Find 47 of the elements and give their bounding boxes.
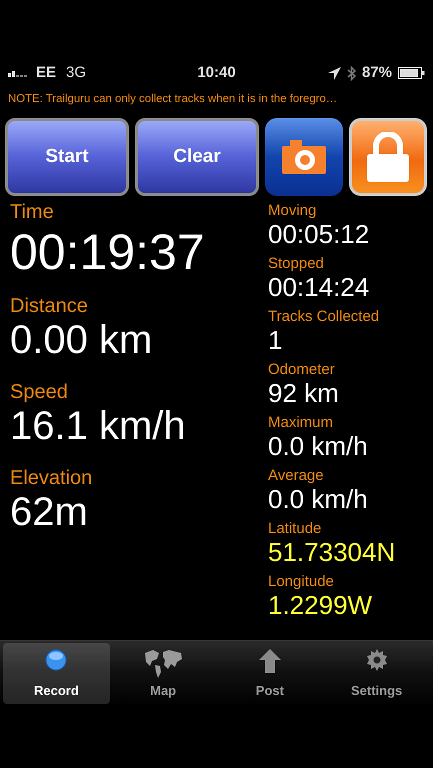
stat-value: 00:19:37 <box>10 224 206 280</box>
signal-icon <box>8 69 30 77</box>
stat-label: Distance <box>10 294 89 318</box>
notice-text: NOTE: Trailguru can only collect tracks when it is in the foregro… <box>7 92 338 107</box>
stat-value: 1 <box>268 325 284 355</box>
world-map-icon <box>143 649 184 679</box>
camera-button[interactable] <box>265 118 343 196</box>
stat-value: 0.00 km <box>10 318 154 362</box>
settings-icon <box>366 649 388 671</box>
stat-label: Moving <box>268 202 318 219</box>
stat-label: Elevation <box>10 466 94 490</box>
lock-button[interactable] <box>349 118 427 196</box>
action-button[interactable]: Start <box>5 118 129 196</box>
stat-value: 16.1 km/h <box>10 404 187 448</box>
lock-icon <box>367 132 409 182</box>
stat-value: 51.73304N <box>268 537 396 567</box>
stat-label: Latitude <box>268 520 322 537</box>
stat-value: 0.0 km/h <box>268 431 369 461</box>
clock-time: 10:40 <box>197 62 236 83</box>
stat-label: Time <box>10 200 55 224</box>
bluetooth-icon <box>346 66 356 80</box>
tab-item[interactable]: Post <box>216 643 324 704</box>
location-arrow-icon <box>328 66 341 80</box>
stat-label: Average <box>268 467 325 484</box>
stat-value: 00:14:24 <box>268 272 370 302</box>
tab-item[interactable]: Settings <box>323 643 430 704</box>
network-type: 3G <box>66 62 86 83</box>
battery-percent: 87% <box>362 62 392 83</box>
tab-item[interactable]: Map <box>110 643 216 704</box>
battery-icon <box>398 67 425 79</box>
upload-arrow-icon <box>258 649 281 673</box>
stat-label: Tracks Collected <box>268 308 380 325</box>
camera-icon <box>282 140 326 174</box>
stat-label: Maximum <box>268 414 334 431</box>
stat-value: 92 km <box>268 378 340 408</box>
stat-label: Stopped <box>268 255 325 272</box>
stat-label: Longitude <box>268 573 335 590</box>
stat-value: 00:05:12 <box>268 219 370 249</box>
action-button[interactable]: Clear <box>135 118 259 196</box>
stat-value: 0.0 km/h <box>268 484 369 514</box>
stat-value: 1.2299W <box>268 590 374 620</box>
record-dot-icon <box>45 649 68 671</box>
stat-label: Odometer <box>268 361 336 378</box>
carrier-name: EE <box>36 62 56 83</box>
tab-item[interactable]: Record <box>3 643 110 704</box>
stat-label: Speed <box>10 380 69 404</box>
stat-value: 62m <box>10 490 89 534</box>
